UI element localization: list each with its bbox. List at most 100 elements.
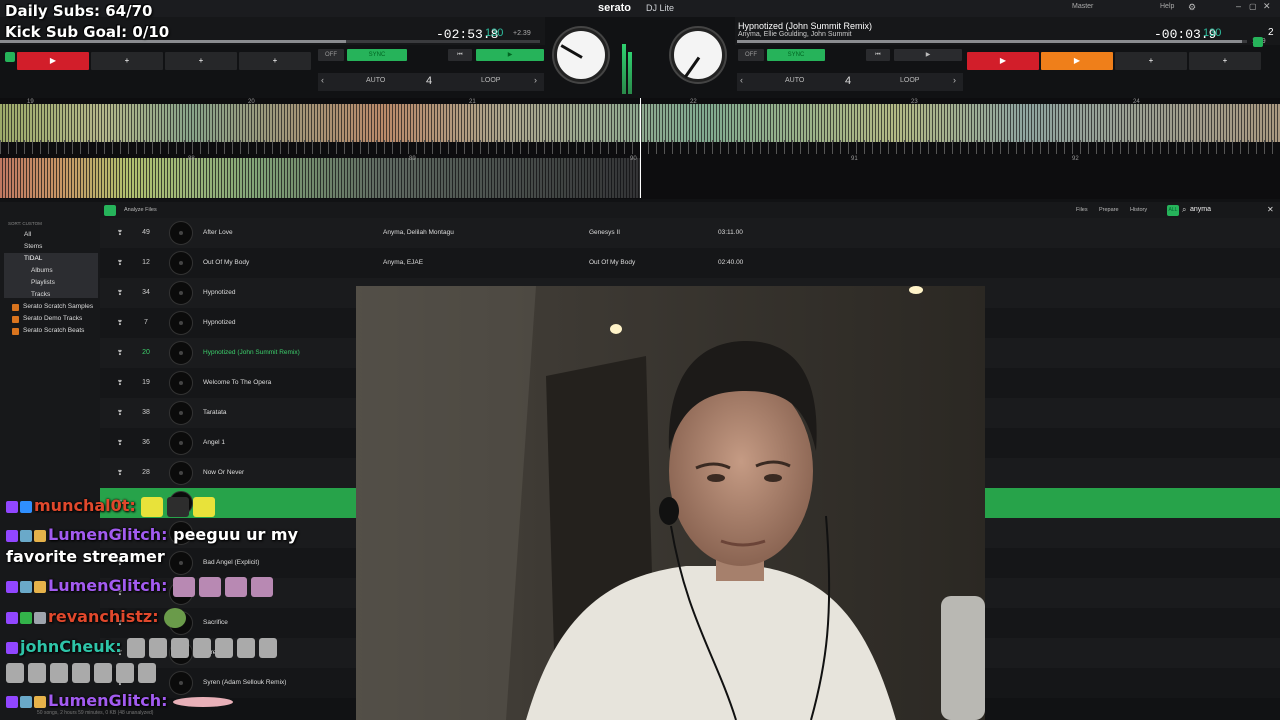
hotcue-4-left[interactable]: + — [239, 52, 311, 70]
tidal-section — [4, 253, 98, 298]
analyze-files-button[interactable]: Analyze Files — [124, 207, 157, 213]
crate-scratch-samples[interactable]: Serato Scratch Samples — [23, 303, 93, 310]
crate-tidal[interactable]: TIDAL — [24, 255, 42, 262]
loop-prev-icon[interactable]: ‹ — [321, 75, 324, 85]
hotcue-3-left[interactable]: + — [165, 52, 237, 70]
stems-icon[interactable]: ❣ — [117, 469, 123, 477]
hotcue-2-right[interactable]: ▶ — [1041, 52, 1113, 70]
stems-icon[interactable]: ❣ — [117, 289, 123, 297]
emote-icon — [215, 637, 234, 658]
deck-left-loop-label[interactable]: LOOP — [481, 77, 500, 84]
emote-icon — [251, 576, 274, 597]
serato-logo: serato — [598, 2, 632, 14]
gift-icon — [34, 529, 46, 542]
stems-icon[interactable]: ❣ — [117, 229, 123, 237]
deck-right-play-button[interactable]: ▶ — [894, 49, 962, 61]
deck-left-edit-icon[interactable] — [5, 52, 15, 62]
track-song: Hypnotized — [203, 319, 236, 326]
hotcue-3-right[interactable]: + — [1115, 52, 1187, 70]
minimize-icon[interactable]: – — [1236, 1, 1241, 11]
stems-icon[interactable]: ❣ — [117, 319, 123, 327]
badge-icon — [20, 695, 32, 708]
track-song: Angel 1 — [203, 439, 226, 446]
stems-icon[interactable]: ❣ — [117, 409, 123, 417]
daily-subs-overlay: Daily Subs: 64/70 — [5, 2, 153, 20]
deck-left-cue-button[interactable]: ⏮ — [448, 49, 472, 61]
deck-left-pitch: +2.39 — [513, 30, 531, 37]
clear-search-icon[interactable]: ✕ — [1267, 205, 1274, 214]
track-artist: Anyma, Delilah Montagu — [383, 229, 454, 236]
maximize-icon[interactable]: ▢ — [1249, 2, 1257, 11]
help-menu[interactable]: Help — [1160, 3, 1174, 10]
loop-prev-icon[interactable]: ‹ — [740, 75, 743, 85]
album-art — [169, 401, 193, 425]
waveform-deck-right[interactable] — [0, 158, 640, 198]
crate-stems[interactable]: Stems — [24, 243, 42, 250]
twitch-icon — [6, 500, 18, 513]
track-album: Genesys II — [589, 229, 621, 236]
twitch-icon — [6, 695, 18, 708]
chat-username: LumenGlitch: — [48, 691, 168, 710]
filter-all-button[interactable]: ALL — [1167, 205, 1179, 216]
loop-next-icon[interactable]: › — [534, 75, 537, 85]
search-input[interactable]: anyma — [1190, 206, 1211, 213]
bar-marker: 24 — [1133, 99, 1140, 105]
vu-meter-right — [628, 52, 632, 94]
hotcue-2-left[interactable]: + — [91, 52, 163, 70]
track-song: After Love — [203, 229, 233, 236]
emote-icon — [149, 637, 168, 658]
track-song: Out Of My Body — [203, 259, 250, 266]
deck-left-off-button[interactable]: OFF — [318, 49, 344, 61]
crate-tracks[interactable]: Tracks — [31, 291, 50, 298]
stream-chat-overlay: munchal0t: LumenGlitch: peeguu ur my fav… — [0, 492, 356, 720]
crate-demo-tracks[interactable]: Serato Demo Tracks — [23, 315, 82, 322]
sort-label[interactable]: SORT: CUSTOM — [8, 221, 42, 226]
history-button[interactable]: History — [1130, 207, 1147, 213]
album-art — [169, 221, 193, 245]
track-number: 20 — [142, 349, 150, 356]
track-song: Taratata — [203, 409, 227, 416]
crate-playlists[interactable]: Playlists — [31, 279, 55, 286]
prepare-button[interactable]: Prepare — [1099, 207, 1119, 213]
crate-icon — [12, 328, 19, 335]
stems-icon[interactable]: ❣ — [117, 259, 123, 267]
track-song: Now Or Never — [203, 469, 245, 476]
stems-icon[interactable]: ❣ — [117, 379, 123, 387]
gear-icon[interactable]: ⚙ — [1188, 2, 1196, 13]
deck-right-auto-label[interactable]: AUTO — [785, 77, 804, 84]
deck-right-platter[interactable] — [671, 28, 725, 82]
album-art — [169, 251, 193, 275]
album-art — [169, 371, 193, 395]
hotcue-4-right[interactable]: + — [1189, 52, 1261, 70]
deck-left-auto-label[interactable]: AUTO — [366, 77, 385, 84]
table-row[interactable]: ❣ 12 Out Of My Body Anyma, EJAE Out Of My Bo… — [100, 248, 1280, 278]
deck-right-loop-label[interactable]: LOOP — [900, 77, 919, 84]
loop-next-icon[interactable]: › — [953, 75, 956, 85]
library-view-icon[interactable] — [104, 205, 116, 216]
close-icon[interactable]: ✕ — [1263, 1, 1271, 12]
emote-icon — [193, 637, 212, 658]
bar-marker: 20 — [248, 99, 255, 105]
crate-all[interactable]: All — [24, 231, 31, 238]
twitch-icon — [6, 580, 18, 593]
emote-icon — [127, 637, 146, 658]
deck-right-cue-button[interactable]: ⏮ — [866, 49, 890, 61]
stems-icon[interactable]: ❣ — [117, 349, 123, 357]
files-button[interactable]: Files — [1076, 207, 1088, 213]
emote-icon — [138, 662, 156, 683]
deck-right-edit-icon[interactable] — [1253, 37, 1263, 47]
stems-icon[interactable]: ❣ — [117, 439, 123, 447]
deck-right-off-button[interactable]: OFF — [738, 49, 764, 61]
deck-left-play-button[interactable]: ▶ — [476, 49, 544, 61]
crate-scratch-beats[interactable]: Serato Scratch Beats — [23, 327, 84, 334]
hotcue-1-left[interactable]: ▶ — [17, 52, 89, 70]
crate-icon — [12, 316, 19, 323]
deck-left-sync-button[interactable]: SYNC — [347, 49, 407, 61]
deck-right-sync-button[interactable]: SYNC — [767, 49, 825, 61]
chat-username: LumenGlitch: — [48, 525, 168, 544]
deck-left-platter[interactable] — [554, 28, 608, 82]
crate-albums[interactable]: Albums — [31, 267, 53, 274]
hotcue-1-right[interactable]: ▶ — [967, 52, 1039, 70]
app-product-name: DJ Lite — [646, 3, 675, 13]
table-row[interactable]: ❣ 49 After Love Anyma, Delilah Montagu Genes… — [100, 218, 1280, 248]
